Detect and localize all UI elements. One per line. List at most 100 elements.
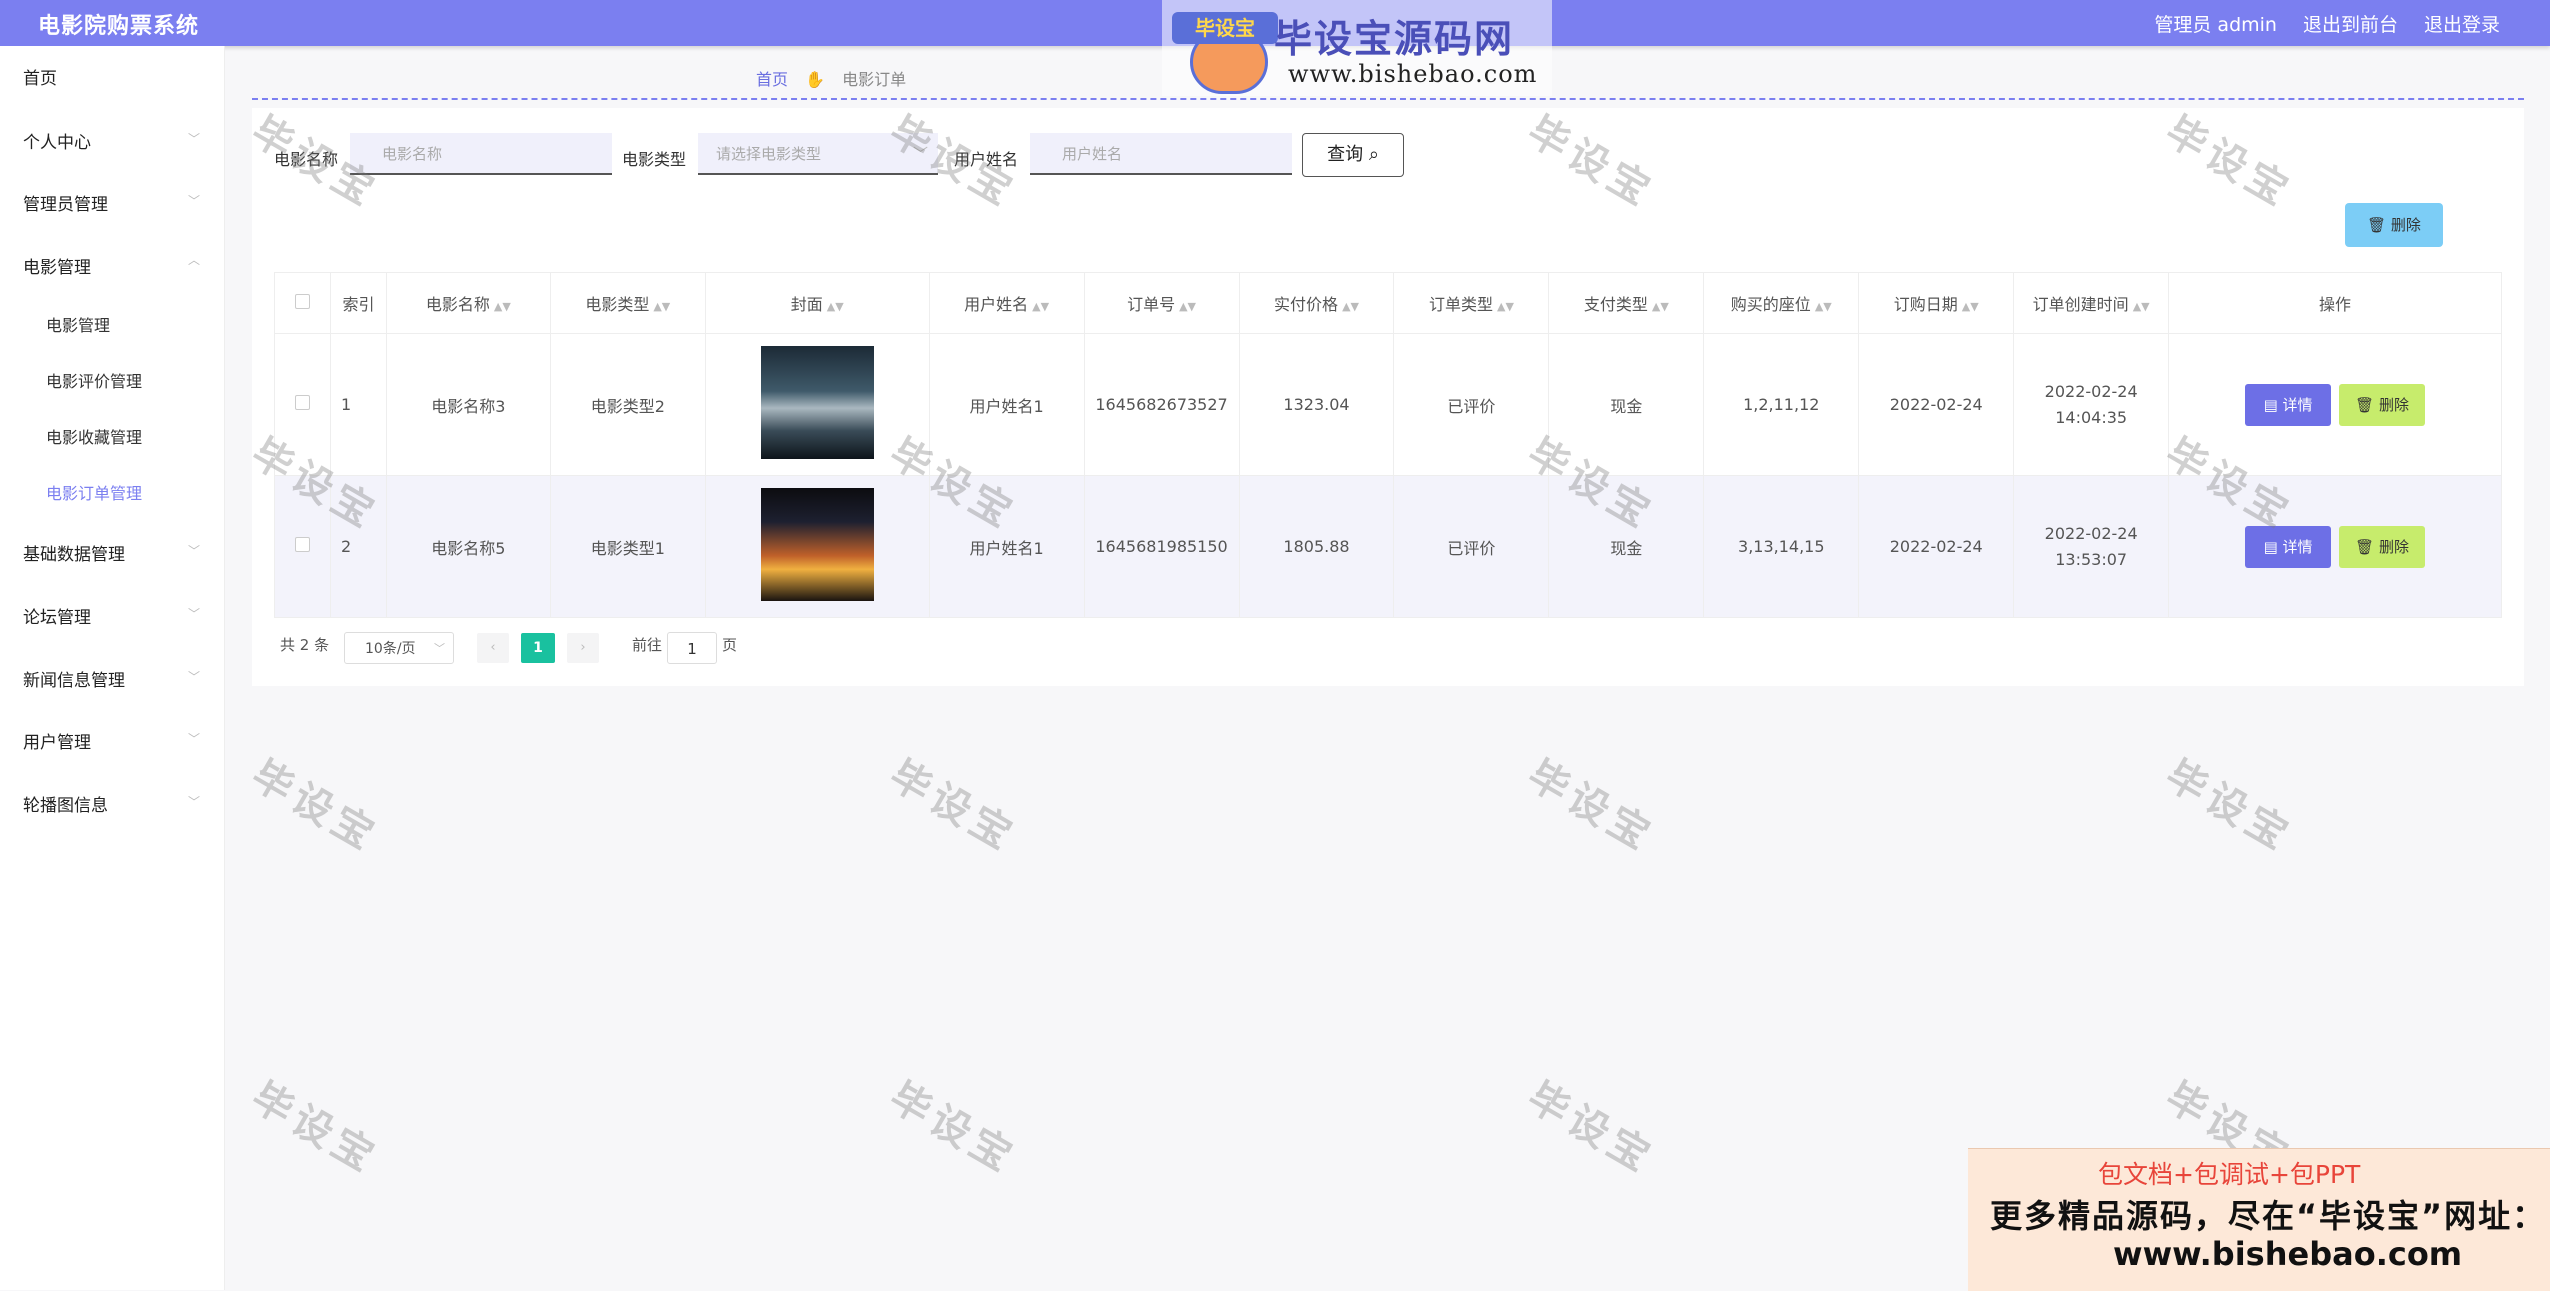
col-header[interactable]: 订单号 ▲▼ xyxy=(1083,272,1240,334)
goto-label: 前往 xyxy=(632,636,663,654)
breadcrumb-home[interactable]: 首页 xyxy=(756,70,788,89)
sort-icon[interactable]: ▲▼ xyxy=(2133,300,2150,313)
select-all-checkbox[interactable] xyxy=(294,293,310,309)
row-checkbox[interactable] xyxy=(294,537,310,552)
movie-poster-image[interactable] xyxy=(760,346,874,459)
cell-cover xyxy=(704,475,930,618)
sort-icon[interactable]: ▲▼ xyxy=(1815,300,1832,313)
col-header[interactable]: 实付价格 ▲▼ xyxy=(1238,272,1395,334)
table-row: 2 电影名称5 电影类型1 用户姓名1 1645681985150 1805.8… xyxy=(274,475,2502,618)
sidebar-item-home[interactable]: 首页 xyxy=(23,64,57,89)
col-header[interactable]: 封面 ▲▼ xyxy=(704,272,930,334)
sidebar-item-forum[interactable]: 论坛管理 xyxy=(23,603,91,628)
page-current[interactable]: 1 xyxy=(521,633,555,663)
col-header[interactable]: 电影类型 ▲▼ xyxy=(549,272,706,334)
cell-movie: 电影名称5 xyxy=(385,475,551,618)
sort-icon[interactable]: ▲▼ xyxy=(653,300,670,313)
sidebar-item-user[interactable]: 用户管理 xyxy=(23,728,91,753)
cell-order-type: 已评价 xyxy=(1393,475,1550,618)
ad-line-2: 更多精品源码，尽在“毕设宝”网址： xyxy=(1990,1197,2547,1235)
query-button[interactable]: 查询 ⌕ xyxy=(1302,133,1404,177)
watermark: 毕设宝 xyxy=(1519,1074,1663,1183)
sidebar-item-basic-data[interactable]: 基础数据管理 xyxy=(23,540,125,565)
cell-seats: 3,13,14,15 xyxy=(1703,475,1860,618)
sidebar-sub-order[interactable]: 电影订单管理 xyxy=(46,480,142,504)
sort-icon[interactable]: ▲▼ xyxy=(1342,300,1359,313)
admin-user-link[interactable]: 管理员 admin xyxy=(2154,10,2277,37)
cell-date: 2022-02-24 xyxy=(1858,333,2015,476)
goto-page-input[interactable]: 1 xyxy=(667,632,717,664)
cell-movie: 电影名称3 xyxy=(385,333,551,476)
cell-price: 1805.88 xyxy=(1238,475,1395,618)
sidebar-sub-review[interactable]: 电影评价管理 xyxy=(46,368,142,392)
exit-to-front-link[interactable]: 退出到前台 xyxy=(2303,10,2398,37)
cell-seats: 1,2,11,12 xyxy=(1703,333,1860,476)
watermark: 毕设宝 xyxy=(1519,752,1663,861)
sidebar-item-admin[interactable]: 管理员管理 xyxy=(23,190,108,215)
detail-button[interactable]: ▤ 详情 xyxy=(2245,525,2332,568)
chevron-down-icon: ﹀ xyxy=(188,795,201,809)
logo-badge-text: 毕设宝 xyxy=(1195,16,1255,40)
sidebar-sub-movie[interactable]: 电影管理 xyxy=(46,312,110,336)
cell-index: 1 xyxy=(329,333,387,476)
divider xyxy=(252,98,2524,100)
watermark: 毕设宝 xyxy=(881,1074,1025,1183)
watermark: 毕设宝 xyxy=(2157,752,2301,861)
cell-order-no: 1645682673527 xyxy=(1083,333,1240,476)
col-header[interactable]: 订单类型 ▲▼ xyxy=(1393,272,1550,334)
movie-poster-image[interactable] xyxy=(760,488,874,601)
table-header-row: 索引 电影名称 ▲▼ 电影类型 ▲▼ 封面 ▲▼ 用户姓名 ▲▼ 订单号 ▲▼ 实付价格 ▲… xyxy=(274,272,2502,334)
col-header[interactable]: 订购日期 ▲▼ xyxy=(1858,272,2015,334)
batch-delete-button[interactable]: 🗑 删除 xyxy=(2345,203,2443,247)
cell-created: 2022-02-24 13:53:07 xyxy=(2013,475,2170,618)
ad-banner[interactable]: 包文档+包调试+包PPT 更多精品源码，尽在“毕设宝”网址： www.bishe… xyxy=(1968,1148,2550,1291)
order-table: 索引 电影名称 ▲▼ 电影类型 ▲▼ 封面 ▲▼ 用户姓名 ▲▼ 订单号 ▲▼ 实付价格 ▲… xyxy=(274,272,2502,618)
chevron-up-icon: ︿ xyxy=(188,253,201,267)
top-nav: 管理员 admin 退出到前台 退出登录 xyxy=(2154,10,2500,37)
page-suffix: 页 xyxy=(722,636,738,654)
hand-icon: ✋ xyxy=(805,70,826,89)
document-icon: ▤ xyxy=(2263,537,2283,556)
pagination-total: 共 2 条 xyxy=(280,636,330,654)
cell-type: 电影类型1 xyxy=(549,475,706,618)
col-header[interactable]: 用户姓名 ▲▼ xyxy=(928,272,1085,334)
sort-icon[interactable]: ▲▼ xyxy=(1497,300,1514,313)
next-page-button[interactable]: › xyxy=(567,633,599,663)
breadcrumb: 首页 ✋ 电影订单 xyxy=(756,66,906,90)
col-header[interactable]: 电影名称 ▲▼ xyxy=(385,272,551,334)
sidebar-item-movie-group[interactable]: 电影管理 xyxy=(23,253,91,278)
prev-page-button[interactable]: ‹ xyxy=(477,633,509,663)
sidebar-item-carousel[interactable]: 轮播图信息 xyxy=(23,791,108,816)
col-header[interactable]: 购买的座位 ▲▼ xyxy=(1703,272,1860,334)
sort-icon[interactable]: ▲▼ xyxy=(827,300,844,313)
sort-icon[interactable]: ▲▼ xyxy=(494,300,511,313)
delete-button[interactable]: 🗑 删除 xyxy=(2339,383,2426,426)
row-checkbox[interactable] xyxy=(294,395,310,410)
app-title: 电影院购票系统 xyxy=(38,14,200,39)
sidebar-sub-favorite[interactable]: 电影收藏管理 xyxy=(46,424,142,448)
sort-icon[interactable]: ▲▼ xyxy=(1652,300,1669,313)
detail-button[interactable]: ▤ 详情 xyxy=(2245,383,2332,426)
col-header[interactable]: 支付类型 ▲▼ xyxy=(1548,272,1705,334)
chevron-down-icon: ﹀ xyxy=(434,642,445,655)
site-logo: 毕设宝 毕设宝源码网 www.bishebao.com xyxy=(1162,0,1552,96)
chevron-down-icon: ﹀ xyxy=(188,607,201,621)
user-name-input[interactable]: 用户姓名 xyxy=(1030,133,1292,175)
sort-icon[interactable]: ▲▼ xyxy=(1032,300,1049,313)
sidebar: 首页 个人中心 ﹀ 管理员管理 ﹀ 电影管理 ︿ 电影管理 电影评价管理 电影收… xyxy=(0,46,225,1290)
sidebar-item-news[interactable]: 新闻信息管理 xyxy=(23,666,125,691)
logo-badge-icon: 毕设宝 xyxy=(1172,12,1282,94)
page-size-select[interactable]: 10条/页 ﹀ xyxy=(344,632,454,664)
sidebar-item-profile[interactable]: 个人中心 xyxy=(23,128,91,153)
batch-delete-label: 删除 xyxy=(2390,216,2421,234)
select-all-cell xyxy=(274,272,331,334)
chevron-down-icon: ﹀ xyxy=(188,732,201,746)
sort-icon[interactable]: ▲▼ xyxy=(1179,300,1196,313)
trash-icon: 🗑 xyxy=(2367,216,2387,234)
page-size-value: 10条/页 xyxy=(365,641,416,657)
logout-link[interactable]: 退出登录 xyxy=(2424,10,2500,37)
watermark: 毕设宝 xyxy=(243,1074,387,1183)
delete-button[interactable]: 🗑 删除 xyxy=(2339,525,2426,568)
sort-icon[interactable]: ▲▼ xyxy=(1962,300,1979,313)
col-header[interactable]: 订单创建时间 ▲▼ xyxy=(2013,272,2170,334)
